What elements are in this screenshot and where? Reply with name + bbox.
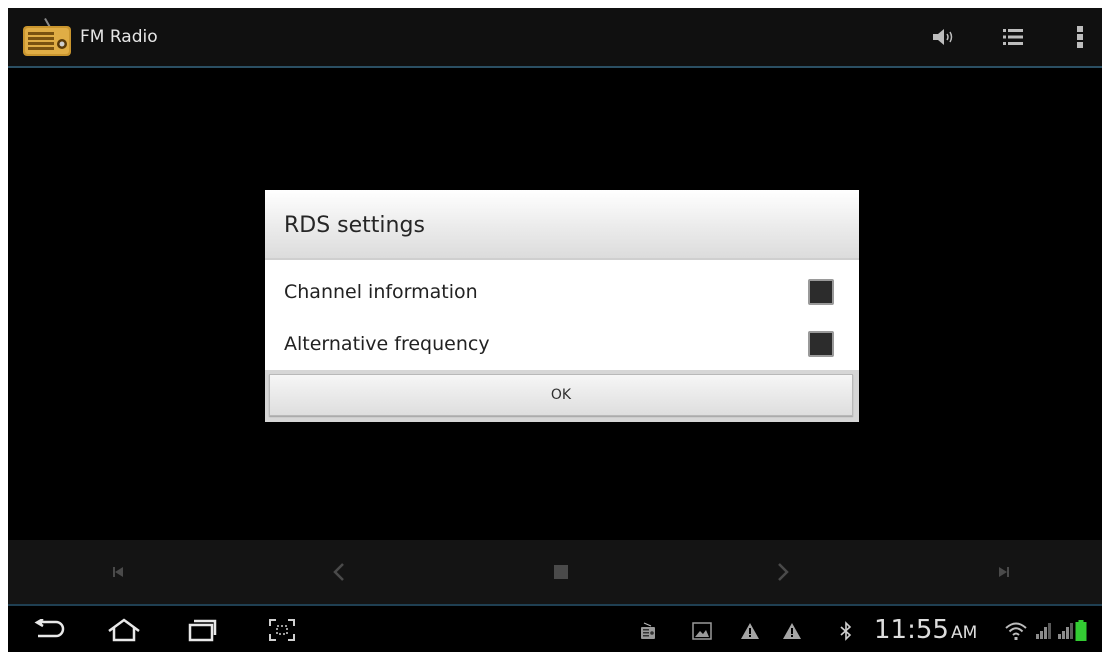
skip-first-icon[interactable] [105,560,131,584]
alternative-frequency-option[interactable]: Alternative frequency [265,318,859,370]
clock-time: 11:55 [874,615,949,645]
recent-apps-icon[interactable] [182,614,222,646]
option-label: Channel information [284,281,478,303]
player-controls [8,540,1102,604]
list-icon[interactable] [998,22,1028,52]
skip-last-icon[interactable] [991,560,1017,584]
signal-icon [1032,620,1056,642]
rds-settings-dialog: RDS settings Channel information Alterna… [265,190,859,422]
dialog-title: RDS settings [284,213,425,238]
action-bar: FM Radio [8,8,1102,68]
warning-icon [780,620,804,642]
dialog-button-bar: OK [265,370,859,422]
status-clock: 11:55 AM [874,614,977,649]
screenshot-icon[interactable] [262,614,302,646]
dialog-header: RDS settings [265,190,859,260]
wifi-icon [1004,620,1028,642]
app-title: FM Radio [80,27,158,47]
gallery-icon [690,620,714,642]
battery-icon [1074,620,1088,642]
radio-notification-icon [636,620,660,642]
system-bar: 11:55 AM [8,604,1102,652]
ok-button[interactable]: OK [269,374,853,416]
back-icon[interactable] [30,614,70,646]
alternative-frequency-checkbox[interactable] [808,331,834,357]
option-label: Alternative frequency [284,333,490,355]
stop-icon[interactable] [548,560,574,584]
previous-icon[interactable] [326,560,352,584]
next-icon[interactable] [770,560,796,584]
device-screen: FM Radio RDS settings Channel informatio… [8,8,1102,652]
home-icon[interactable] [104,614,144,646]
bluetooth-icon [834,620,858,642]
warning-icon [738,620,762,642]
overflow-menu-icon[interactable] [1065,22,1095,52]
clock-ampm: AM [950,623,978,643]
speaker-icon[interactable] [928,22,958,52]
channel-information-checkbox[interactable] [808,279,834,305]
radio-app-icon[interactable] [22,17,72,57]
channel-information-option[interactable]: Channel information [265,266,859,318]
